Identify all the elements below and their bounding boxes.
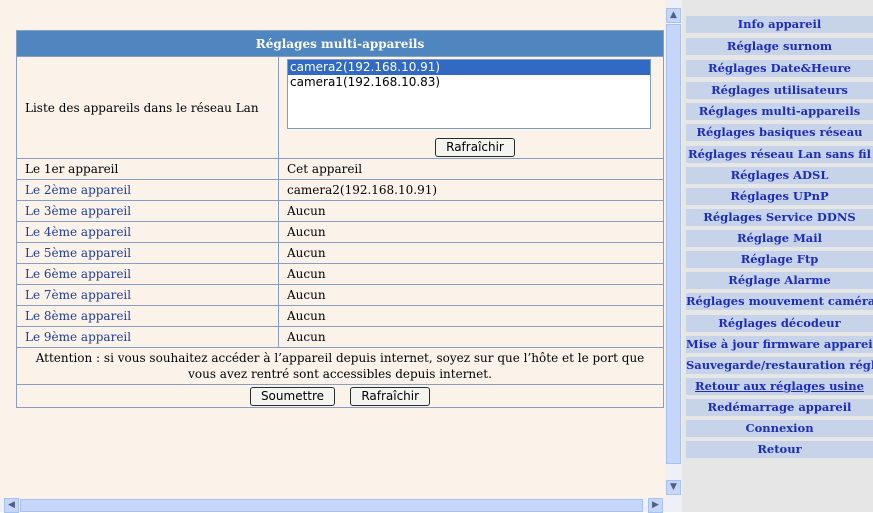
menu-reglages-date-heure[interactable]: Réglages Date&Heure (686, 60, 873, 77)
device-value-1: Cet appareil (278, 158, 664, 180)
menu-reglages-upnp[interactable]: Réglages UPnP (686, 188, 873, 205)
menu-reglage-mail[interactable]: Réglage Mail (686, 230, 873, 247)
device-label-7[interactable]: Le 7ème appareil (16, 284, 279, 306)
device-value-3: Aucun (278, 200, 664, 222)
menu-redemarrage-appareil[interactable]: Redémarrage appareil (686, 399, 873, 416)
device-value-4: Aucun (278, 221, 664, 243)
device-label-1: Le 1er appareil (16, 158, 279, 180)
horizontal-scrollbar[interactable]: ◀ ▶ (0, 498, 682, 513)
submit-row: Soumettre Rafraîchir (16, 384, 664, 408)
menu-reglages-adsl[interactable]: Réglages ADSL (686, 167, 873, 184)
device-value-5: Aucun (278, 242, 664, 264)
content-frame: Réglages multi-appareils Liste des appar… (0, 0, 665, 498)
menu-info-appareil[interactable]: Info appareil (686, 16, 873, 33)
device-value-2: camera2(192.168.10.91) (278, 179, 664, 201)
attention-note: Attention : si vous souhaitez accéder à … (16, 347, 664, 385)
device-label-8[interactable]: Le 8ème appareil (16, 305, 279, 327)
panel-title: Réglages multi-appareils (16, 30, 664, 57)
menu-reglage-ftp[interactable]: Réglage Ftp (686, 251, 873, 268)
menu-retour-reglages-usine[interactable]: Retour aux réglages usine (686, 378, 873, 395)
menu-sauvegarde-restauration[interactable]: Sauvegarde/restauration réglages (686, 357, 873, 374)
device-value-6: Aucun (278, 263, 664, 285)
menu-mise-a-jour-firmware[interactable]: Mise à jour firmware appareil (686, 336, 873, 353)
menu-reglage-alarme[interactable]: Réglage Alarme (686, 272, 873, 289)
menu-reglages-multi-appareils[interactable]: Réglages multi-appareils (686, 103, 873, 120)
menu-reglages-mouvement-camera[interactable]: Réglages mouvement caméra (686, 293, 873, 310)
device-label-4[interactable]: Le 4ème appareil (16, 221, 279, 243)
menu-reglage-surnom[interactable]: Réglage surnom (686, 38, 873, 55)
device-label-6[interactable]: Le 6ème appareil (16, 263, 279, 285)
vertical-scroll-thumb[interactable] (666, 24, 681, 464)
scroll-right-icon[interactable]: ▶ (648, 498, 663, 513)
multi-device-settings-table: Réglages multi-appareils Liste des appar… (16, 30, 664, 408)
settings-menu: Info appareil Réglage surnom Réglages Da… (682, 0, 873, 512)
refresh-button[interactable]: Rafraîchir (350, 386, 431, 406)
menu-reglages-basiques-reseau[interactable]: Réglages basiques réseau (686, 124, 873, 141)
lan-device-option-2[interactable]: camera1(192.168.10.83) (288, 75, 650, 90)
device-label-9[interactable]: Le 9ème appareil (16, 326, 279, 348)
device-value-9: Aucun (278, 326, 664, 348)
vertical-scrollbar[interactable]: ▲ ▼ (665, 0, 682, 498)
horizontal-scroll-thumb[interactable] (20, 499, 643, 512)
lan-list-cell: camera2(192.168.10.91) camera1(192.168.1… (278, 56, 664, 159)
device-value-7: Aucun (278, 284, 664, 306)
menu-retour[interactable]: Retour (686, 441, 873, 458)
menu-reglages-reseau-sans-fil[interactable]: Réglages réseau Lan sans fil (686, 146, 873, 163)
scroll-down-icon[interactable]: ▼ (666, 480, 681, 495)
lan-device-listbox[interactable]: camera2(192.168.10.91) camera1(192.168.1… (287, 59, 651, 129)
menu-reglages-utilisateurs[interactable]: Réglages utilisateurs (686, 82, 873, 99)
device-label-3[interactable]: Le 3ème appareil (16, 200, 279, 222)
lan-list-label: Liste des appareils dans le réseau Lan (16, 56, 279, 159)
device-label-2[interactable]: Le 2ème appareil (16, 179, 279, 201)
submit-button[interactable]: Soumettre (249, 386, 336, 406)
scroll-left-icon[interactable]: ◀ (4, 498, 19, 513)
device-label-5[interactable]: Le 5ème appareil (16, 242, 279, 264)
menu-reglages-ddns[interactable]: Réglages Service DDNS (686, 209, 873, 226)
device-value-8: Aucun (278, 305, 664, 327)
scroll-up-icon[interactable]: ▲ (666, 8, 681, 23)
lan-device-option-1[interactable]: camera2(192.168.10.91) (288, 60, 650, 75)
menu-connexion[interactable]: Connexion (686, 420, 873, 437)
menu-reglages-decodeur[interactable]: Réglages décodeur (686, 315, 873, 332)
refresh-list-button[interactable]: Rafraîchir (435, 138, 515, 157)
